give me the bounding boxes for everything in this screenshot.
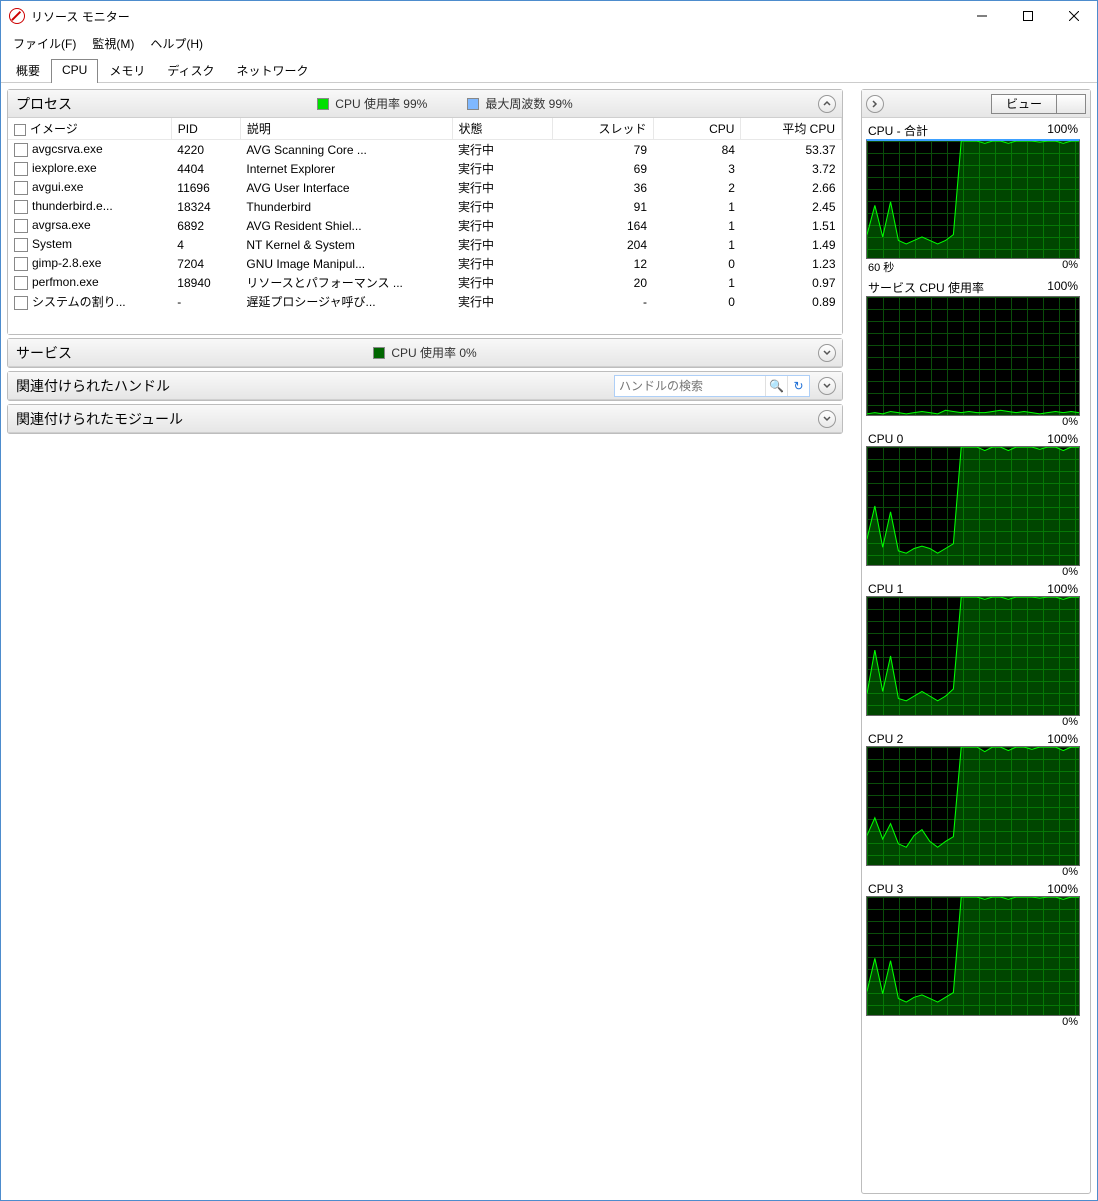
titlebar: リソース モニター xyxy=(1,1,1097,31)
handle-search-input[interactable] xyxy=(615,377,765,395)
table-row[interactable]: avgui.exe11696AVG User Interface実行中3622.… xyxy=(8,178,842,197)
modules-title: 関連付けられたモジュール xyxy=(16,409,183,429)
refresh-icon[interactable]: ↻ xyxy=(787,376,809,396)
menu-monitor[interactable]: 監視(M) xyxy=(86,33,140,54)
minimize-button[interactable] xyxy=(959,1,1005,31)
table-row[interactable]: システムの割り...-遅延プロシージャ呼び...実行中-00.89 xyxy=(8,292,842,311)
chart-0: CPU - 合計100% 60 秒0% xyxy=(866,122,1080,275)
col-cpu[interactable]: CPU xyxy=(653,118,741,140)
legend-cpu-usage: CPU 使用率 99% xyxy=(317,95,427,112)
tabs: 概要 CPU メモリ ディスク ネットワーク xyxy=(1,56,1097,83)
services-title: サービス xyxy=(16,343,72,363)
chart-3: CPU 1100% 0% xyxy=(866,582,1080,728)
menu-file[interactable]: ファイル(F) xyxy=(7,33,82,54)
services-section: サービス CPU 使用率 0% xyxy=(7,338,843,368)
maximize-button[interactable] xyxy=(1005,1,1051,31)
charts-scroll[interactable]: CPU - 合計100% 60 秒0% サービス CPU 使用率100% 0% … xyxy=(862,118,1090,1193)
app-icon xyxy=(9,8,25,24)
processes-section: プロセス CPU 使用率 99% 最大周波数 99% イメージ PID 説明 状… xyxy=(7,89,843,335)
search-icon[interactable]: 🔍 xyxy=(765,376,787,396)
table-row[interactable]: iexplore.exe4404Internet Explorer実行中6933… xyxy=(8,159,842,178)
chart-5: CPU 3100% 0% xyxy=(866,882,1080,1028)
expand-modules-button[interactable] xyxy=(818,410,836,428)
expand-handles-button[interactable] xyxy=(818,377,836,395)
col-avgcpu[interactable]: 平均 CPU xyxy=(741,118,842,140)
menu-help[interactable]: ヘルプ(H) xyxy=(144,33,209,54)
process-table: イメージ PID 説明 状態 スレッド CPU 平均 CPU avgcsrva.… xyxy=(8,118,842,311)
menubar: ファイル(F) 監視(M) ヘルプ(H) xyxy=(1,31,1097,56)
tab-overview[interactable]: 概要 xyxy=(5,58,51,82)
handles-title: 関連付けられたハンドル xyxy=(16,376,170,396)
close-button[interactable] xyxy=(1051,1,1097,31)
handles-section: 関連付けられたハンドル 🔍 ↻ xyxy=(7,371,843,401)
table-row[interactable]: avgrsa.exe6892AVG Resident Shiel...実行中16… xyxy=(8,216,842,235)
chart-4: CPU 2100% 0% xyxy=(866,732,1080,878)
process-table-scroll[interactable]: イメージ PID 説明 状態 スレッド CPU 平均 CPU avgcsrva.… xyxy=(8,118,842,334)
pane-splitter[interactable] xyxy=(849,89,855,1194)
collapse-processes-button[interactable] xyxy=(818,95,836,113)
col-desc[interactable]: 説明 xyxy=(240,118,452,140)
col-image[interactable]: イメージ xyxy=(8,118,171,140)
chart-2: CPU 0100% 0% xyxy=(866,432,1080,578)
table-row[interactable]: System4NT Kernel & System実行中20411.49 xyxy=(8,235,842,254)
legend-max-freq: 最大周波数 99% xyxy=(467,95,572,112)
table-row[interactable]: perfmon.exe18940リソースとパフォーマンス ...実行中2010.… xyxy=(8,273,842,292)
col-pid[interactable]: PID xyxy=(171,118,240,140)
table-row[interactable]: avgcsrva.exe4220AVG Scanning Core ...実行中… xyxy=(8,140,842,160)
window-title: リソース モニター xyxy=(31,8,959,25)
modules-section: 関連付けられたモジュール xyxy=(7,404,843,434)
expand-services-button[interactable] xyxy=(818,344,836,362)
processes-title: プロセス xyxy=(16,94,72,114)
tab-memory[interactable]: メモリ xyxy=(98,58,156,82)
tab-cpu[interactable]: CPU xyxy=(51,59,98,83)
tab-network[interactable]: ネットワーク xyxy=(226,58,320,82)
charts-pane: ビュー CPU - 合計100% 60 秒0% サービス CPU 使用率100%… xyxy=(861,89,1091,1194)
collapse-charts-button[interactable] xyxy=(866,95,884,113)
chart-1: サービス CPU 使用率100% 0% xyxy=(866,279,1080,428)
col-threads[interactable]: スレッド xyxy=(553,118,653,140)
col-status[interactable]: 状態 xyxy=(452,118,552,140)
legend-services-cpu: CPU 使用率 0% xyxy=(373,344,476,361)
table-row[interactable]: thunderbird.e...18324Thunderbird実行中9112.… xyxy=(8,197,842,216)
table-row[interactable]: gimp-2.8.exe7204GNU Image Manipul...実行中1… xyxy=(8,254,842,273)
tab-disk[interactable]: ディスク xyxy=(156,58,225,82)
view-dropdown[interactable]: ビュー xyxy=(991,94,1086,114)
